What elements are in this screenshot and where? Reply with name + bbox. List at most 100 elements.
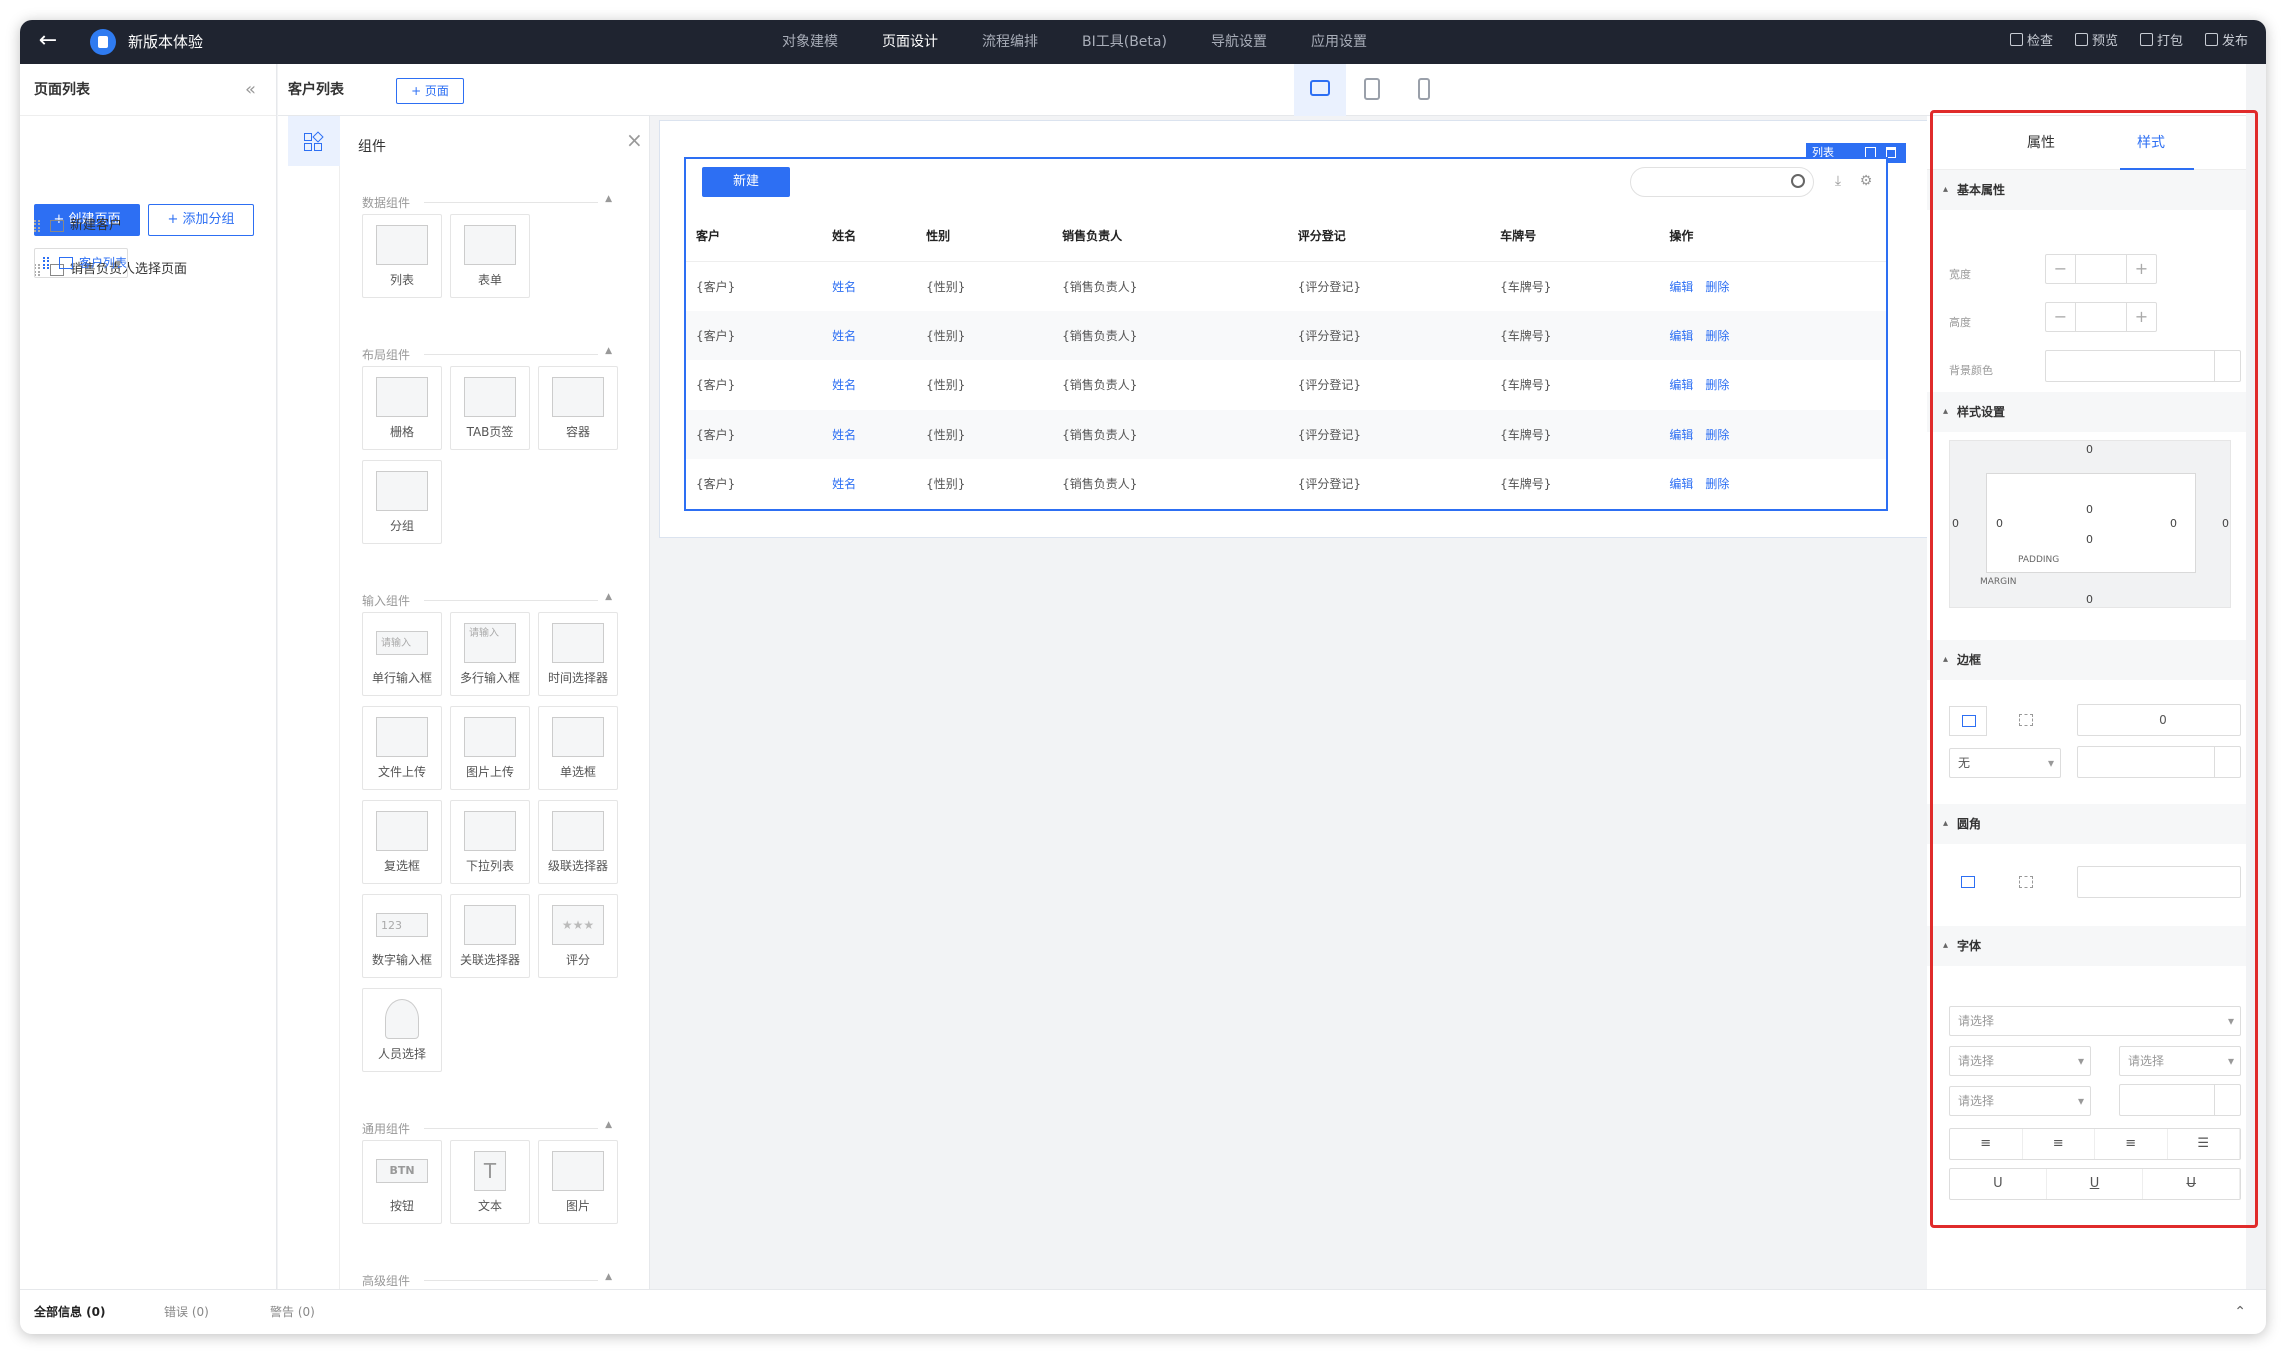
preview-button[interactable]: 预览 <box>2075 20 2118 64</box>
name-link[interactable]: 姓名 <box>822 409 917 459</box>
expand-chevron-icon[interactable]: ⌃ <box>2234 1290 2246 1334</box>
mobile-view-button[interactable] <box>1398 64 1450 116</box>
edit-link[interactable]: 编辑 <box>1669 428 1693 442</box>
section-data[interactable]: 数据组件 ▲ <box>362 194 612 211</box>
component-number-input[interactable]: 123 数字输入框 <box>362 894 442 978</box>
top-bar: ← 新版本体验 对象建模 页面设计 流程编排 BI工具(Beta) 导航设置 应… <box>20 20 2266 64</box>
table-row[interactable]: {客户} 姓名 {性别} {销售负责人} {评分登记} {车牌号} 编辑 删除 <box>686 261 1886 311</box>
settings-icon[interactable]: ⚙ <box>1858 173 1874 189</box>
column-header: 销售负责人 <box>1052 211 1288 262</box>
table-row[interactable]: {客户} 姓名 {性别} {销售负责人} {评分登记} {车牌号} 编辑 删除 <box>686 409 1886 459</box>
delete-link[interactable]: 删除 <box>1705 280 1729 294</box>
page-icon <box>59 257 73 269</box>
nav-object-modeling[interactable]: 对象建模 <box>782 20 838 64</box>
component-image-upload[interactable]: 图片上传 <box>450 706 530 790</box>
tab-warnings[interactable]: 警告 (0) <box>270 1290 315 1334</box>
tab-all-messages[interactable]: 全部信息 (0) <box>34 1290 106 1334</box>
nav-page-design[interactable]: 页面设计 <box>882 20 938 64</box>
edit-link[interactable]: 编辑 <box>1669 329 1693 343</box>
collapse-arrow-icon[interactable]: ▲ <box>605 194 612 204</box>
back-arrow-icon[interactable]: ← <box>34 28 62 56</box>
delete-link[interactable]: 删除 <box>1705 428 1729 442</box>
table-row[interactable]: {客户} 姓名 {性别} {销售负责人} {评分登记} {车牌号} 编辑 删除 <box>686 459 1886 509</box>
tab-errors[interactable]: 错误 (0) <box>164 1290 209 1334</box>
component-form[interactable]: 表单 <box>450 214 530 298</box>
tile-label: 复选框 <box>383 859 420 873</box>
radio-glyph-icon <box>552 717 604 757</box>
name-link[interactable]: 姓名 <box>822 261 917 311</box>
list-component[interactable]: 新建 ⤓ ⚙ 客户 姓名 性别 销售负责人 评分登记 车牌号 操作 {客户} 姓名 {性别} {销… <box>684 157 1888 511</box>
collapse-icon[interactable]: « <box>245 64 256 116</box>
component-tab[interactable]: TAB页签 <box>450 366 530 450</box>
tablet-view-button[interactable] <box>1346 64 1398 116</box>
table-row[interactable]: {客户} 姓名 {性别} {销售负责人} {评分登记} {车牌号} 编辑 删除 <box>686 310 1886 360</box>
check-button[interactable]: 检查 <box>2010 20 2053 64</box>
component-relation-select[interactable]: 关联选择器 <box>450 894 530 978</box>
tile-label: 时间选择器 <box>547 671 608 685</box>
nav-bi-tool[interactable]: BI工具(Beta) <box>1082 20 1167 64</box>
section-common[interactable]: 通用组件 ▲ <box>362 1120 612 1137</box>
drag-handle-icon[interactable] <box>43 257 49 269</box>
desktop-view-button[interactable] <box>1294 64 1346 116</box>
component-person-select[interactable]: 人员选择 <box>362 988 442 1072</box>
tile-label: 关联选择器 <box>459 953 520 967</box>
component-cascader[interactable]: 级联选择器 <box>538 800 618 884</box>
column-header: 姓名 <box>822 211 917 262</box>
edit-link[interactable]: 编辑 <box>1669 378 1693 392</box>
collapse-arrow-icon[interactable]: ▲ <box>605 1120 612 1130</box>
component-group[interactable]: 分组 <box>362 460 442 544</box>
component-checkbox[interactable]: 复选框 <box>362 800 442 884</box>
section-advanced[interactable]: 高级组件 ▲ <box>362 1272 612 1289</box>
name-link[interactable]: 姓名 <box>822 459 917 509</box>
component-radio[interactable]: 单选框 <box>538 706 618 790</box>
app-logo <box>90 29 116 55</box>
component-image[interactable]: 图片 <box>538 1140 618 1224</box>
name-link[interactable]: 姓名 <box>822 360 917 410</box>
table-cell: {车牌号} <box>1490 310 1660 360</box>
components-tab[interactable] <box>288 116 340 166</box>
form-glyph-icon <box>464 225 516 265</box>
table-cell: {性别} <box>916 310 1053 360</box>
component-time-picker[interactable]: 时间选择器 <box>538 612 618 696</box>
component-container[interactable]: 容器 <box>538 366 618 450</box>
page-item-label: 客户列表 <box>79 256 128 270</box>
drag-handle-icon[interactable] <box>34 220 40 232</box>
component-dropdown[interactable]: 下拉列表 <box>450 800 530 884</box>
search-icon[interactable] <box>1791 174 1805 188</box>
component-rating[interactable]: ★★★ 评分 <box>538 894 618 978</box>
delete-link[interactable]: 删除 <box>1705 329 1729 343</box>
nav-navigation-settings[interactable]: 导航设置 <box>1211 20 1267 64</box>
add-page-button[interactable]: + 页面 <box>396 78 464 104</box>
collapse-arrow-icon[interactable]: ▲ <box>605 592 612 602</box>
tile-label: 多行输入框 <box>459 671 520 685</box>
delete-link[interactable]: 删除 <box>1705 378 1729 392</box>
nav-process[interactable]: 流程编排 <box>982 20 1038 64</box>
component-text-input[interactable]: 请输入 单行输入框 <box>362 612 442 696</box>
component-file-upload[interactable]: 文件上传 <box>362 706 442 790</box>
delete-link[interactable]: 删除 <box>1705 477 1729 491</box>
page-item[interactable]: 新建客户 <box>34 204 187 248</box>
component-textarea[interactable]: 请输入 多行输入框 <box>450 612 530 696</box>
collapse-arrow-icon[interactable]: ▲ <box>605 1272 612 1282</box>
section-layout[interactable]: 布局组件 ▲ <box>362 346 612 363</box>
component-button[interactable]: BTN 按钮 <box>362 1140 442 1224</box>
edit-link[interactable]: 编辑 <box>1669 280 1693 294</box>
search-input[interactable] <box>1630 167 1814 197</box>
page-item-selected[interactable]: 客户列表 <box>34 248 129 278</box>
collapse-arrow-icon[interactable]: ▲ <box>605 346 612 356</box>
tile-label: 图片 <box>565 1199 590 1213</box>
close-icon[interactable]: × <box>626 128 643 152</box>
package-button[interactable]: 打包 <box>2140 20 2183 64</box>
nav-app-settings[interactable]: 应用设置 <box>1311 20 1367 64</box>
component-grid[interactable]: 栅格 <box>362 366 442 450</box>
publish-button[interactable]: 发布 <box>2205 20 2248 64</box>
component-list[interactable]: 列表 <box>362 214 442 298</box>
edit-link[interactable]: 编辑 <box>1669 477 1693 491</box>
table-row[interactable]: {客户} 姓名 {性别} {销售负责人} {评分登记} {车牌号} 编辑 删除 <box>686 360 1886 410</box>
component-text[interactable]: T 文本 <box>450 1140 530 1224</box>
page-list-title: 页面列表 <box>34 82 90 98</box>
download-icon[interactable]: ⤓ <box>1830 173 1846 189</box>
name-link[interactable]: 姓名 <box>822 310 917 360</box>
section-input[interactable]: 输入组件 ▲ <box>362 592 612 609</box>
new-record-button[interactable]: 新建 <box>702 167 790 197</box>
